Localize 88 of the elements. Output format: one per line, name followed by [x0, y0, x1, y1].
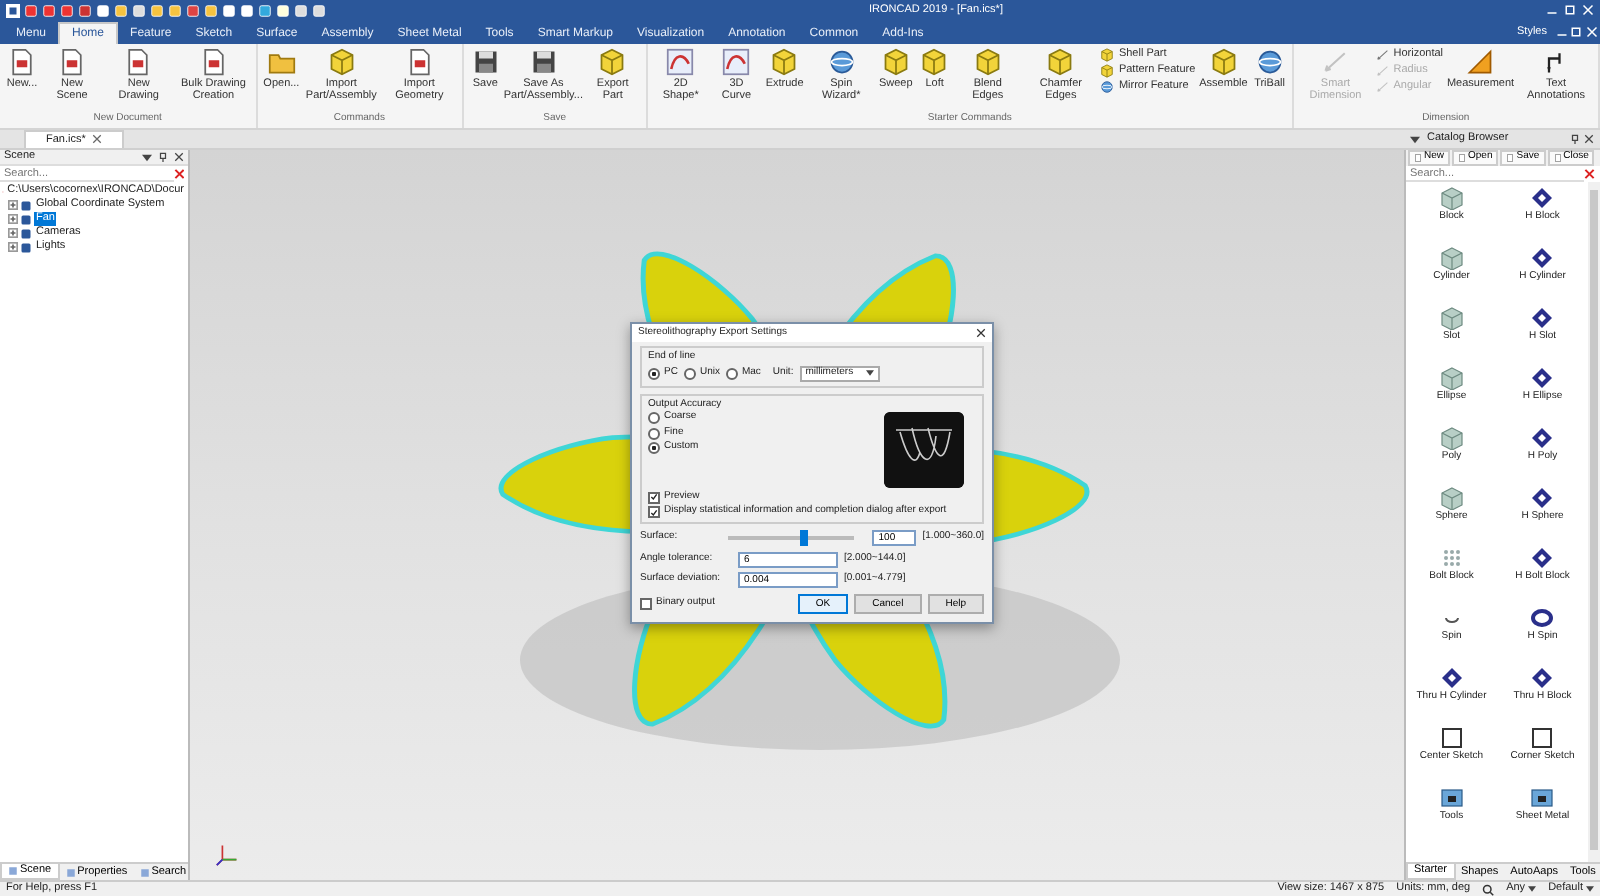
tab-icon	[65, 867, 76, 877]
cube-icon	[770, 48, 799, 76]
toolbar-square-icon[interactable]	[168, 3, 182, 17]
dropdown-caret-icon[interactable]	[1528, 886, 1537, 892]
pin-icon[interactable]	[1570, 134, 1580, 144]
diamond-icon	[1530, 186, 1555, 210]
radio-button[interactable]	[683, 367, 696, 380]
toolbar-square-icon[interactable]	[276, 3, 290, 17]
tab-icon	[139, 867, 150, 877]
toolbar-square-icon[interactable]	[114, 3, 128, 17]
dot-grid-icon	[1439, 546, 1464, 570]
square-icon	[1439, 726, 1464, 750]
cube-icon	[1439, 186, 1464, 210]
diamond-icon	[1530, 246, 1555, 270]
expand-icon[interactable]	[8, 214, 18, 224]
checkbox[interactable]	[648, 491, 660, 504]
cube-icon	[1209, 48, 1238, 76]
document-icon	[1506, 154, 1515, 162]
curve-icon	[666, 48, 695, 76]
folder-icon	[267, 48, 296, 76]
toolbar-square-icon[interactable]	[186, 3, 200, 17]
axis-triad-icon	[214, 840, 242, 868]
sphere-icon	[1100, 80, 1115, 94]
expand-icon[interactable]	[8, 242, 18, 252]
expand-icon[interactable]	[8, 200, 18, 210]
cube-icon	[1439, 366, 1464, 390]
slider-track[interactable]	[728, 536, 855, 541]
toolbar-square-icon[interactable]	[204, 3, 218, 17]
checkbox[interactable]	[648, 506, 660, 519]
close-icon[interactable]	[976, 328, 986, 338]
zoom-icon[interactable]	[1482, 883, 1495, 895]
toolbar-square-icon[interactable]	[222, 3, 236, 17]
square-icon	[1530, 726, 1555, 750]
curve-icon	[722, 48, 751, 76]
diamond-icon	[1530, 486, 1555, 510]
toolbar-square-icon[interactable]	[78, 3, 92, 17]
document-icon	[1553, 154, 1562, 162]
preview-image	[884, 412, 964, 489]
diamond-icon	[1530, 306, 1555, 330]
cube-icon	[1439, 306, 1464, 330]
diamond-icon	[1530, 546, 1555, 570]
toolbar-square-icon[interactable]	[42, 3, 56, 17]
cube-icon	[920, 48, 949, 76]
cube-icon	[1046, 48, 1075, 76]
radio-button[interactable]	[648, 442, 660, 455]
checkbox[interactable]	[640, 597, 652, 610]
cube-icon	[327, 48, 356, 76]
scrollbar[interactable]	[1588, 182, 1600, 862]
toolbar-square-icon[interactable]	[258, 3, 272, 17]
document-icon	[1458, 154, 1467, 162]
document-icon	[1414, 154, 1422, 162]
radio-button[interactable]	[648, 367, 660, 380]
toolbar-square-icon[interactable]	[60, 3, 74, 17]
expand-icon[interactable]	[8, 228, 18, 238]
close-icon[interactable]	[1584, 134, 1594, 144]
radio-button[interactable]	[725, 367, 738, 380]
toolbar-square-icon[interactable]	[240, 3, 254, 17]
cube-icon	[881, 48, 910, 76]
toolbar-square-icon[interactable]	[294, 3, 308, 17]
dropdown-caret-icon[interactable]	[1586, 886, 1594, 892]
pin-icon[interactable]	[158, 152, 168, 162]
diamond-icon	[1530, 666, 1555, 690]
dimension-icon	[1321, 48, 1350, 76]
toolbar-square-icon[interactable]	[96, 3, 110, 17]
toolbar-square-icon[interactable]	[312, 3, 326, 17]
toolbar-square-icon[interactable]	[24, 3, 38, 17]
radio-button[interactable]	[648, 427, 660, 440]
ring-icon	[1530, 606, 1555, 630]
cube-icon	[1439, 246, 1464, 270]
diamond-icon	[1530, 366, 1555, 390]
cube-icon	[1439, 486, 1464, 510]
radio-button[interactable]	[648, 412, 660, 425]
dropdown-caret-icon[interactable]	[865, 370, 874, 377]
slider-thumb[interactable]	[800, 530, 809, 547]
close-icon[interactable]	[174, 152, 184, 162]
toolbar-square-icon[interactable]	[150, 3, 164, 17]
diamond-icon	[1530, 426, 1555, 450]
close-icon[interactable]	[91, 134, 102, 145]
cube-icon	[598, 48, 627, 76]
cube-icon	[1439, 426, 1464, 450]
dropdown-caret-icon[interactable]	[1410, 135, 1420, 143]
tab-icon	[8, 866, 18, 876]
diamond-icon	[1439, 666, 1464, 690]
scrollbar-thumb[interactable]	[1590, 190, 1598, 850]
folder-icon	[1530, 786, 1555, 810]
folder-icon	[1439, 786, 1464, 810]
toolbar-square-icon[interactable]	[132, 3, 146, 17]
cube-icon	[973, 48, 1002, 76]
